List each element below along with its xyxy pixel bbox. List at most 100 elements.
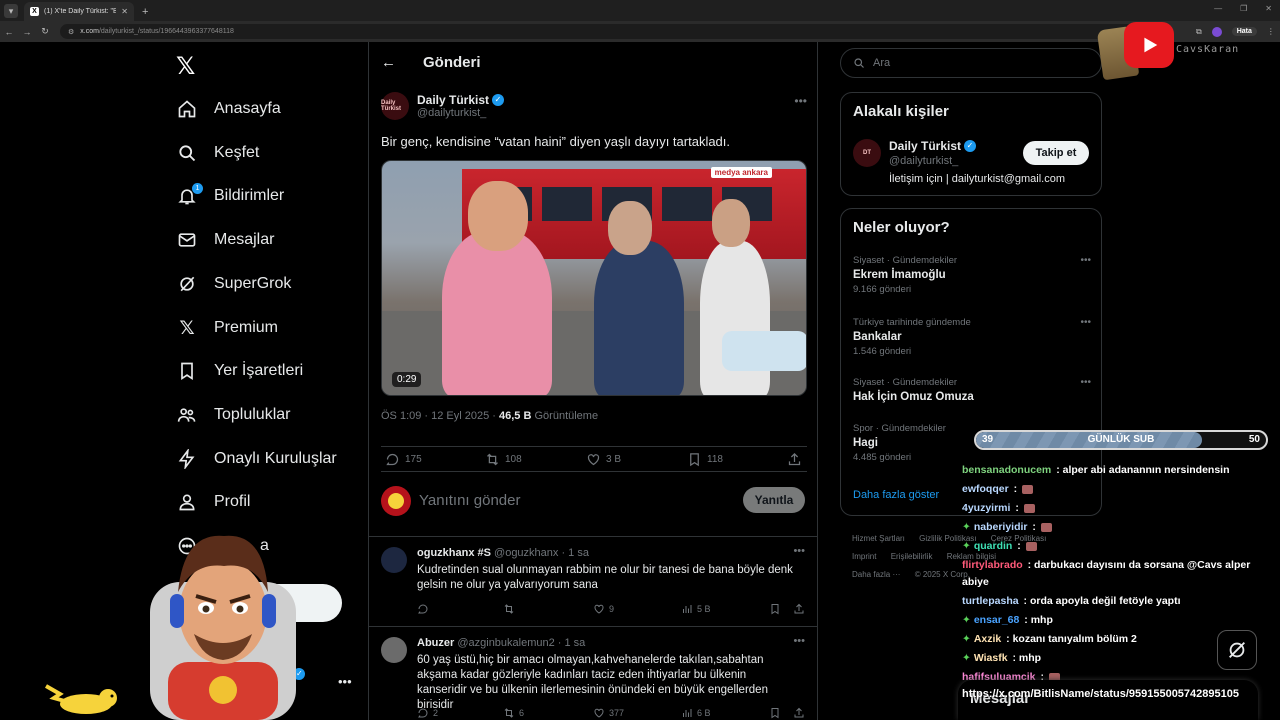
sidebar-item-label: Anasayfa (214, 100, 281, 117)
chat-badge-icon: ✦ (962, 614, 971, 626)
own-avatar[interactable] (381, 486, 411, 516)
relevant-avatar[interactable]: DT (853, 139, 881, 167)
reply-input[interactable]: Yanıtını gönder (419, 492, 520, 509)
footer-imprint-link[interactable]: Imprint (852, 552, 876, 561)
share-action[interactable] (787, 452, 802, 467)
grok-icon (1229, 642, 1245, 658)
relevant-handle[interactable]: @dailyturkist_ (889, 155, 958, 167)
sidebar-item-notifications[interactable]: 1 Bildirimler (176, 182, 284, 210)
chat-badge-icon: ✦ (962, 633, 971, 645)
chat-message: ✦ quardin : (962, 538, 1262, 555)
search-input[interactable]: Ara (840, 48, 1102, 78)
back-icon[interactable]: ← (0, 27, 18, 37)
reply-retweet-action[interactable] (503, 603, 519, 615)
reply-text: 60 yaş üstü,hiç bir amacı olmayan,kahveh… (417, 654, 768, 711)
bookmark-action[interactable]: 118 (687, 452, 723, 467)
reply-handle-time[interactable]: @azginbukalemun2 · 1 sa (457, 637, 585, 649)
tweet-more-icon[interactable]: ••• (794, 94, 807, 108)
close-window-icon[interactable]: ✕ (1265, 4, 1272, 13)
reply-tweet[interactable]: Abuzer @azginbukalemun2 · 1 sa ••• 60 ya… (369, 626, 817, 720)
sidebar-item-profile[interactable]: Profil (176, 488, 250, 516)
sidebar-item-bookmarks[interactable]: Yer İşaretleri (176, 357, 303, 385)
site-info-icon[interactable]: ⚙ (68, 28, 74, 36)
trend-item[interactable]: Türkiye tarihinde gündemde Bankalar 1.54… (853, 317, 1091, 357)
trend-more-icon[interactable]: ••• (1080, 377, 1091, 388)
reply-reply-action[interactable] (417, 603, 433, 615)
author-name[interactable]: Daily Türkist (417, 93, 489, 107)
reply-share-action[interactable] (793, 707, 805, 719)
url-bar[interactable]: ⚙ x.com/dailyturkist_/status/19664439633… (60, 24, 1140, 39)
relevant-title: Alakalı kişiler (853, 103, 949, 120)
mail-icon (176, 229, 198, 251)
extensions-area: ⧉ Hata ⋮ (1196, 26, 1275, 37)
show-more-link[interactable]: Daha fazla göster (853, 489, 939, 501)
tweet-timestamp[interactable]: ÖS 1:09 · 12 Eyl 2025 · (381, 410, 499, 422)
author-avatar[interactable]: Daily Türkist (381, 92, 409, 120)
trend-more-icon[interactable]: ••• (1080, 317, 1091, 328)
forward-icon[interactable]: → (18, 27, 36, 37)
reply-retweet-action[interactable]: 6 (503, 707, 524, 719)
profile-error-badge[interactable]: Hata (1231, 27, 1257, 36)
reply-bookmark-action[interactable] (769, 707, 781, 719)
minimize-icon[interactable]: — (1214, 4, 1222, 13)
back-arrow-icon[interactable]: ← (381, 54, 397, 71)
browser-menu-icon[interactable]: ⋮ (1267, 27, 1275, 36)
footer-accessibility-link[interactable]: Erişilebilirlik (891, 552, 933, 561)
trend-item[interactable]: Siyaset · Gündemdekiler Hak İçin Omuz Om… (853, 377, 1091, 403)
profile-avatar-icon[interactable] (1211, 26, 1222, 37)
sidebar-item-premium[interactable]: 𝕏 Premium (176, 314, 278, 342)
sidebar-item-communities[interactable]: Topluluklar (176, 401, 290, 429)
relevant-name[interactable]: Daily Türkist (889, 139, 961, 153)
follow-button[interactable]: Takip et (1023, 141, 1089, 165)
sidebar-item-supergrok[interactable]: SuperGrok (176, 270, 291, 298)
chat-username: turtlepasha (962, 595, 1019, 607)
reply-avatar[interactable] (381, 637, 407, 663)
reply-avatar[interactable] (381, 547, 407, 573)
tweet-author[interactable]: Daily Türkist Daily Türkist ✓ @dailyturki… (381, 90, 807, 122)
sidebar-item-explore[interactable]: Keşfet (176, 139, 259, 167)
browser-tab[interactable]: X (1) X'te Daily Türkist: "Bir genç, ✕ (24, 2, 134, 21)
trend-more-icon[interactable]: ••• (1080, 255, 1091, 266)
new-tab-icon[interactable]: + (142, 6, 148, 18)
retweet-action[interactable]: 108 (485, 452, 522, 467)
footer-terms-link[interactable]: Hizmet Şartları (852, 534, 905, 543)
account-more-icon[interactable]: ••• (338, 674, 352, 689)
reply-views-action[interactable]: 6 B (681, 707, 711, 719)
reply-author-name[interactable]: oguzkhanx #S (417, 547, 491, 559)
like-action[interactable]: 3 B (586, 452, 621, 467)
maximize-icon[interactable]: ❐ (1240, 4, 1247, 13)
sidebar-item-home[interactable]: Anasayfa (176, 95, 281, 123)
tweet-video[interactable]: medya ankara 0:29 (381, 160, 807, 396)
bookmark-count: 118 (707, 454, 723, 465)
reply-reply-action[interactable]: 2 (417, 707, 438, 719)
close-tab-icon[interactable]: ✕ (121, 7, 128, 16)
sidebar-item-verified-orgs[interactable]: Onaylı Kuruluşlar (176, 445, 337, 473)
reply-like-action[interactable]: 377 (593, 707, 624, 719)
tab-list-icon[interactable]: ▾ (4, 4, 18, 18)
reply-share-action[interactable] (793, 603, 805, 615)
reply-tweet[interactable]: oguzkhanx #S @oguzkhanx · 1 sa ••• Kudre… (369, 536, 817, 626)
reply-action[interactable]: 175 (385, 452, 422, 467)
reply-like-action[interactable]: 9 (593, 603, 614, 615)
chat-username: bensanadonucem (962, 464, 1052, 476)
author-handle[interactable]: @dailyturkist_ (417, 107, 504, 119)
reply-button[interactable]: Yanıtla (743, 487, 805, 513)
x-logo-icon[interactable]: 𝕏 (176, 52, 195, 81)
sidebar-item-label: Yer İşaretleri (214, 362, 304, 379)
chat-username: Wiasfk (973, 652, 1008, 664)
footer-more-link[interactable]: Daha fazla ··· (852, 570, 900, 579)
reply-bookmark-action[interactable] (769, 603, 781, 615)
reload-icon[interactable]: ↻ (36, 26, 54, 37)
grok-button[interactable] (1217, 630, 1257, 670)
extensions-icon[interactable]: ⧉ (1196, 27, 1202, 37)
sidebar-item-label: Profil (214, 493, 251, 510)
reply-handle-time[interactable]: @oguzkhanx · 1 sa (494, 547, 589, 559)
retweet-icon (487, 453, 498, 466)
reply-more-icon[interactable]: ••• (793, 545, 805, 557)
sidebar-item-messages[interactable]: Mesajlar (176, 226, 274, 254)
reply-author-name[interactable]: Abuzer (417, 637, 454, 649)
trend-item[interactable]: Siyaset · Gündemdekiler Ekrem İmamoğlu 9… (853, 255, 1091, 295)
messages-drawer[interactable]: Mesajlar (958, 680, 1258, 720)
reply-more-icon[interactable]: ••• (793, 635, 805, 647)
reply-views-action[interactable]: 5 B (681, 603, 711, 615)
